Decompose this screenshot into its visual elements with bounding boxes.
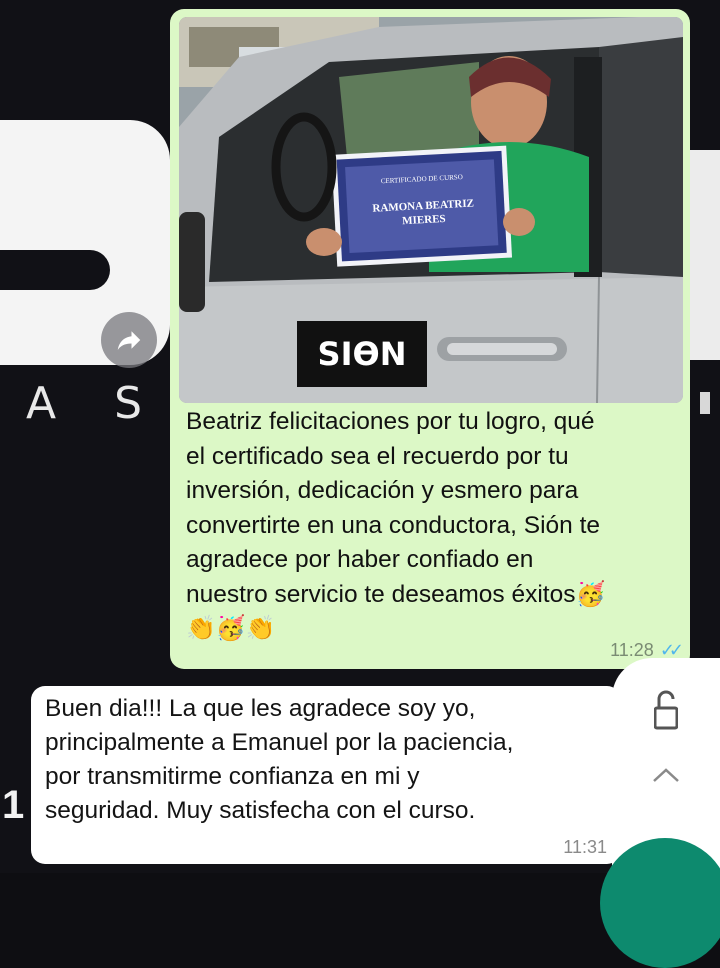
car-certificate-photo: CERTIFICADO DE CURSO RAMONA BEATRIZ MIER… xyxy=(179,17,683,403)
message-line: seguridad. Muy satisfecha con el curso. xyxy=(45,797,476,824)
wallpaper-mark xyxy=(700,392,710,414)
party-face-emoji: 🥳 xyxy=(575,580,606,608)
caption-line: inversión, dedicación y esmero para xyxy=(186,477,579,504)
message-line: Buen dia!!! La que les agradece soy yo, xyxy=(45,695,476,722)
caption-line: agradece por haber confiado en xyxy=(186,546,534,573)
unlock-icon[interactable] xyxy=(654,690,678,730)
car-logo-text: SIϴN xyxy=(318,335,407,373)
caption-line: el certificado sea el recuerdo por tu xyxy=(186,442,569,470)
incoming-message-text: Buen dia!!! La que les agradece soy yo, … xyxy=(45,692,605,828)
incoming-message-bubble[interactable]: Buen dia!!! La que les agradece soy yo, … xyxy=(31,686,621,864)
emoji-row: 👏🥳👏 xyxy=(186,615,276,642)
forward-button[interactable] xyxy=(101,312,157,368)
message-caption: Beatriz felicitaciones por tu logro, qué… xyxy=(186,405,678,647)
message-line: por transmitirme confianza en mi y xyxy=(45,763,420,790)
forward-icon xyxy=(117,331,141,350)
wallpaper-number: 1 xyxy=(2,783,25,827)
caption-line: Beatriz felicitaciones por tu logro, qué xyxy=(186,408,595,435)
caption-line: convertirte en una conductora, Sión te xyxy=(186,511,601,539)
certificate-name-line2: MIERES xyxy=(402,213,446,227)
chevron-up-icon[interactable] xyxy=(651,766,681,784)
outgoing-message-bubble[interactable]: CERTIFICADO DE CURSO RAMONA BEATRIZ MIER… xyxy=(170,9,690,669)
message-time: 11:31 xyxy=(563,837,607,857)
caption-line-with-emoji: nuestro servicio te deseamos éxitos🥳 xyxy=(186,578,678,613)
floating-action-button[interactable] xyxy=(600,838,720,968)
caption-line: nuestro servicio te deseamos éxitos xyxy=(186,580,576,608)
message-line: principalmente a Emanuel por la pacienci… xyxy=(45,729,514,756)
message-photo[interactable]: CERTIFICADO DE CURSO RAMONA BEATRIZ MIER… xyxy=(179,17,683,403)
wallpaper-logo-gap xyxy=(0,250,110,290)
wallpaper-logo-shape-right xyxy=(690,150,720,360)
